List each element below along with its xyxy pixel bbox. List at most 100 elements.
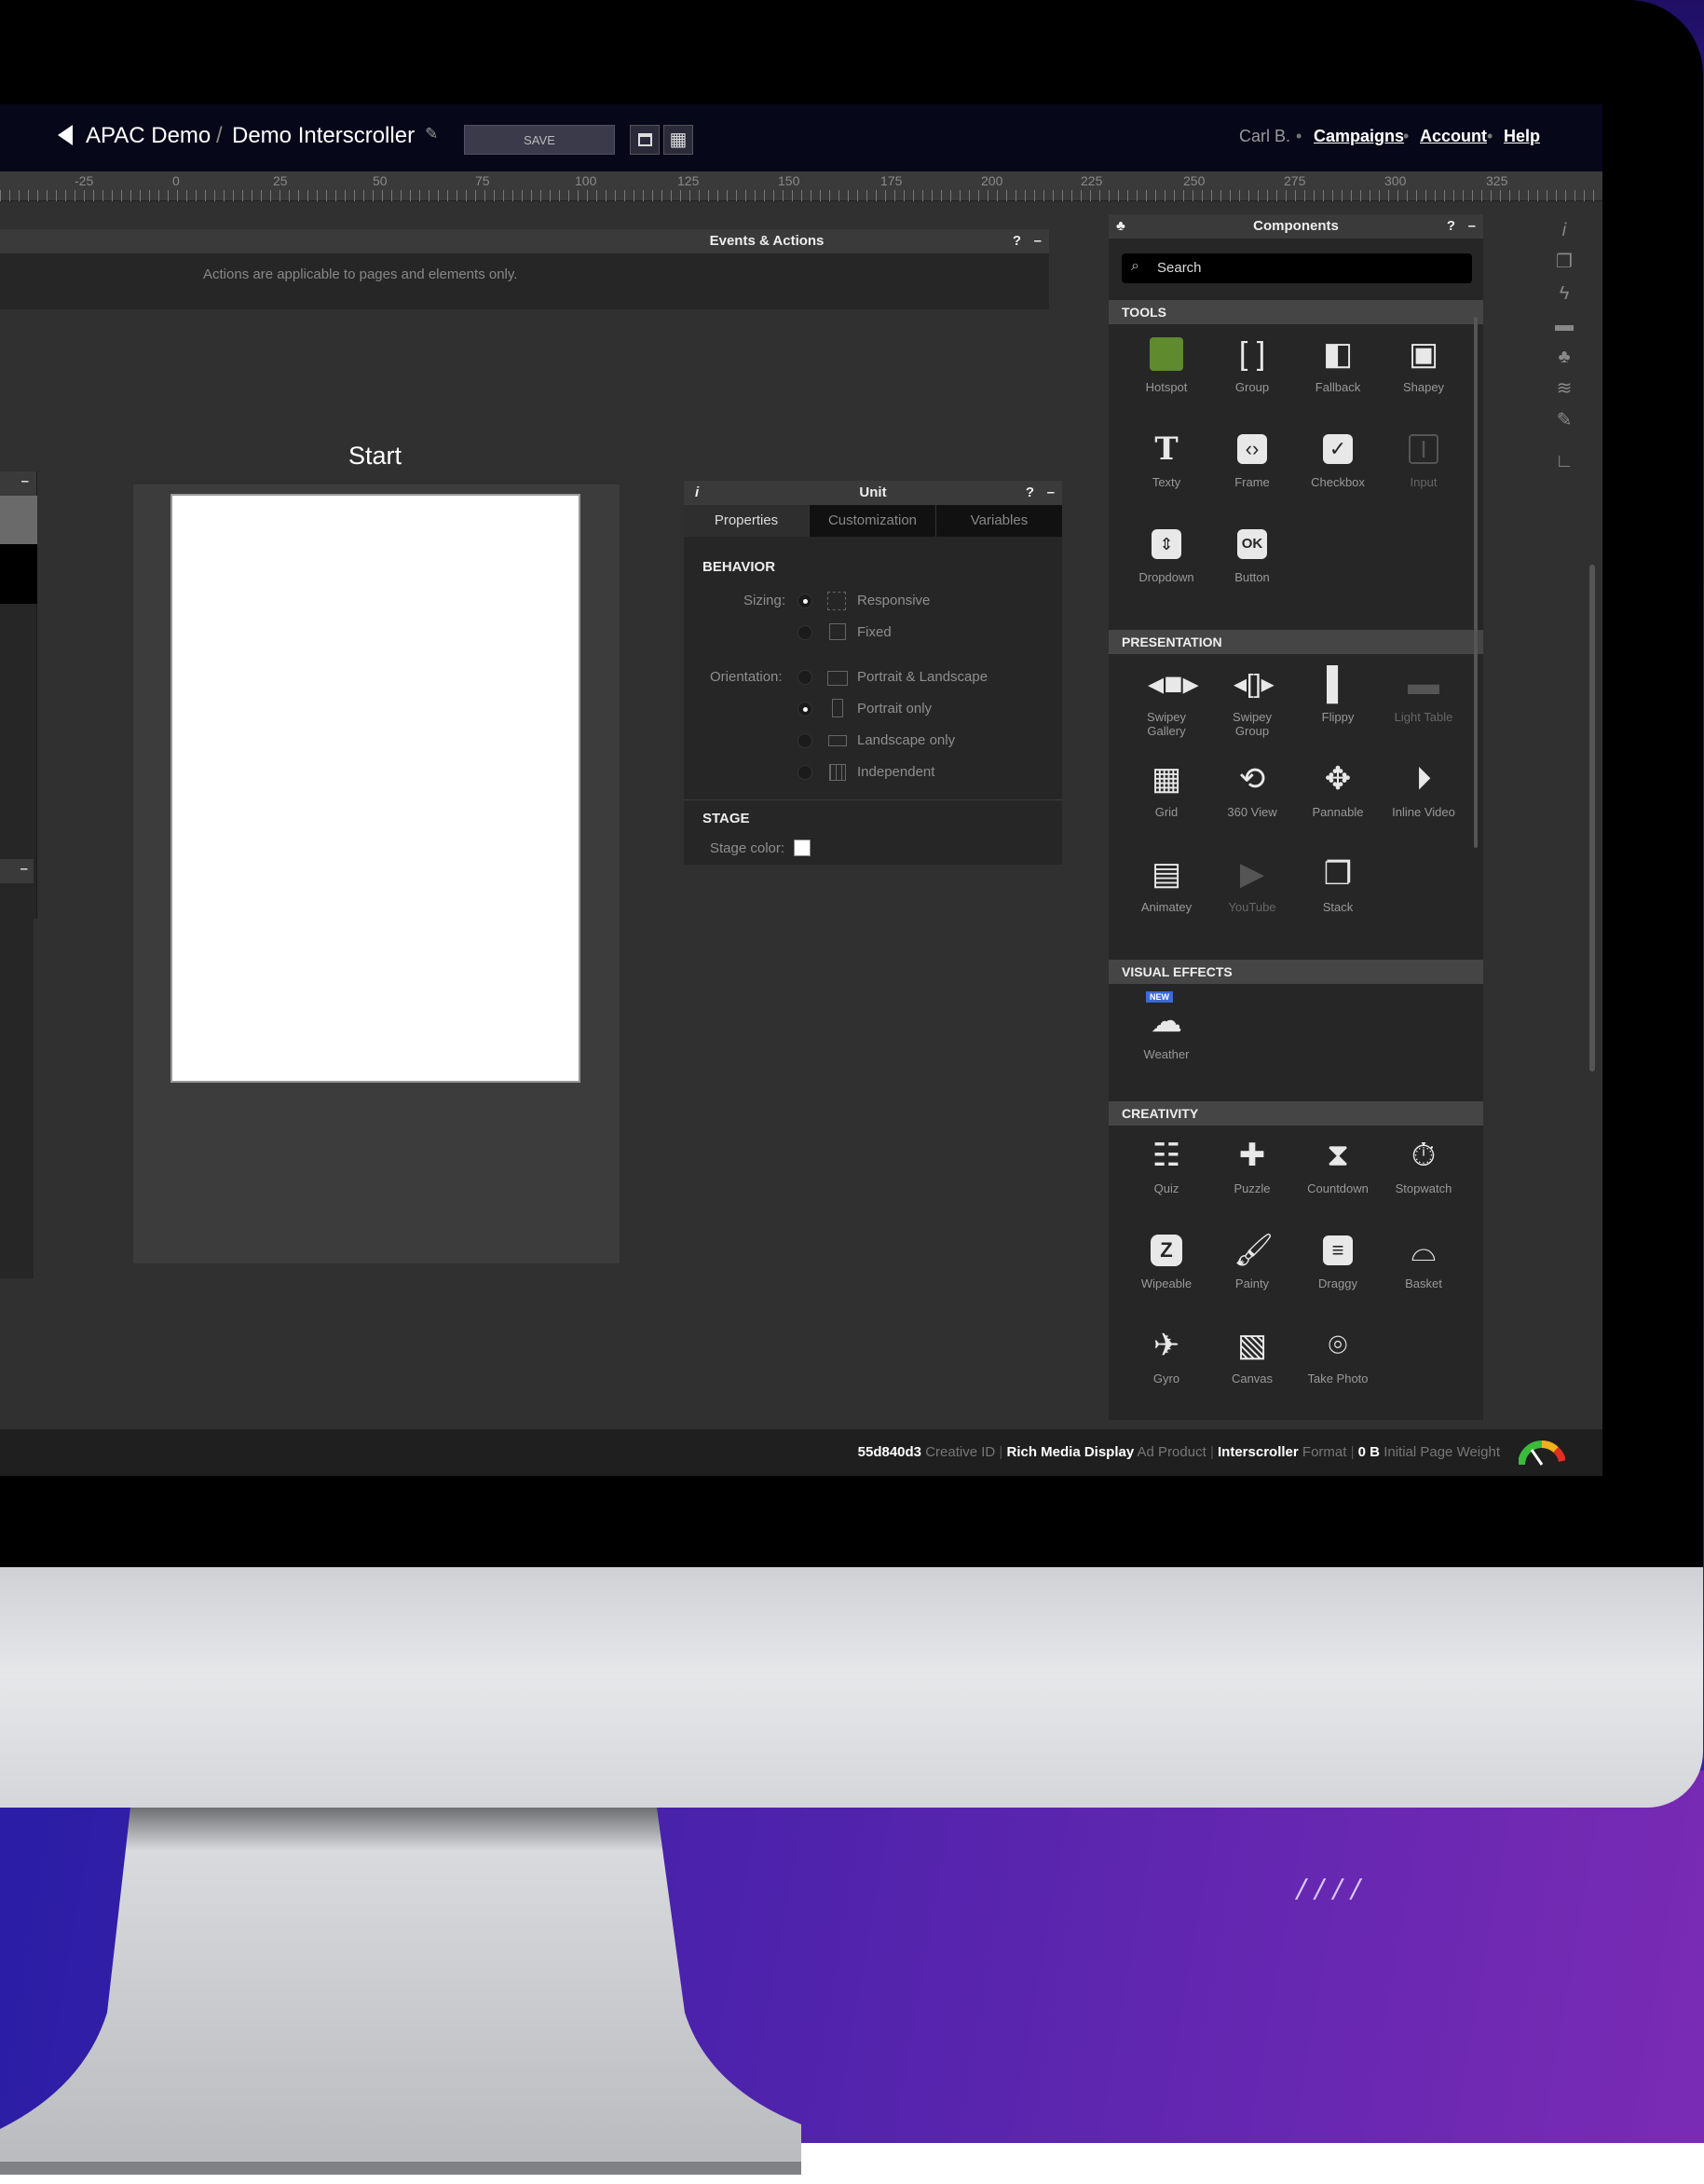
section-creativity[interactable]: CREATIVITY: [1109, 1101, 1483, 1126]
canvas-scrollbar[interactable]: [1589, 565, 1595, 1072]
tab-properties[interactable]: Properties: [684, 505, 809, 537]
component-swipey-gallery[interactable]: ◂■▸ Swipey Gallery: [1124, 665, 1209, 738]
lightning-icon[interactable]: ϟ: [1550, 278, 1578, 309]
info-icon[interactable]: i: [695, 481, 699, 505]
stage-color-swatch[interactable]: [794, 839, 811, 856]
ruler-tick: 275: [1284, 173, 1306, 188]
component-360-view[interactable]: ⟲ 360 View: [1209, 760, 1295, 819]
component-countdown[interactable]: ⧗ Countdown: [1295, 1137, 1381, 1195]
section-presentation[interactable]: PRESENTATION: [1109, 630, 1483, 654]
save-button[interactable]: SAVE: [464, 125, 615, 155]
component-input[interactable]: I Input: [1381, 430, 1466, 489]
canvas-icon: ▧: [1236, 1328, 1268, 1363]
components-icon[interactable]: ♣: [1550, 341, 1578, 373]
ruler-icon[interactable]: ∟: [1550, 445, 1578, 477]
orientation-portrait-label[interactable]: Portrait only: [857, 701, 932, 717]
layers-icon[interactable]: ≋: [1550, 373, 1578, 404]
component-fallback[interactable]: ◧ Fallback: [1295, 335, 1381, 394]
component-inline-video[interactable]: ⏵ Inline Video: [1381, 760, 1466, 819]
qr-code-icon[interactable]: ▦: [663, 125, 693, 155]
minimize-button[interactable]: –: [1047, 481, 1055, 505]
breadcrumb-creative[interactable]: Demo Interscroller: [232, 123, 415, 149]
component-dropdown[interactable]: ⇕ Dropdown: [1124, 526, 1209, 584]
left-panel-row[interactable]: [0, 496, 37, 544]
component-draggy[interactable]: ≡ Draggy: [1295, 1232, 1381, 1290]
sizing-fixed-label[interactable]: Fixed: [857, 624, 892, 640]
page-weight: 0 B: [1357, 1444, 1381, 1460]
component-hotspot[interactable]: Hotspot: [1124, 335, 1209, 394]
component-checkbox[interactable]: ✓ Checkbox: [1295, 430, 1381, 489]
component-texty[interactable]: T Texty: [1124, 430, 1209, 489]
orientation-landscape-label[interactable]: Landscape only: [857, 732, 955, 748]
search-field[interactable]: ⌕ Search: [1122, 253, 1472, 283]
youtube-icon: ▶: [1239, 856, 1265, 892]
nav-help[interactable]: Help: [1504, 127, 1540, 146]
grid-icon: ▦: [1151, 761, 1182, 797]
component-quiz[interactable]: ☷ Quiz: [1124, 1137, 1209, 1195]
help-button[interactable]: ?: [1013, 229, 1021, 253]
component-label: Swipey Group: [1233, 710, 1272, 738]
component-light-table[interactable]: ▬ Light Table: [1381, 665, 1466, 724]
left-panel-bottom: –: [0, 859, 34, 1278]
component-animatey[interactable]: ▤ Animatey: [1124, 855, 1209, 914]
component-label: Frame: [1234, 475, 1270, 489]
orientation-portrait-landscape-label[interactable]: Portrait & Landscape: [857, 669, 988, 685]
pin-icon[interactable]: ✎: [1550, 404, 1578, 436]
nav-account[interactable]: Account: [1420, 127, 1487, 146]
breadcrumb-project[interactable]: APAC Demo: [86, 123, 211, 149]
component-swipey-group[interactable]: ◂[]▸ Swipey Group: [1209, 665, 1295, 738]
component-stopwatch[interactable]: ⏱ Stopwatch: [1381, 1137, 1466, 1195]
component-button[interactable]: OK Button: [1209, 526, 1295, 584]
orientation-independent-label[interactable]: Independent: [857, 764, 934, 780]
edit-pencil-icon[interactable]: ✎: [425, 125, 438, 143]
left-panel-top: –: [0, 471, 37, 919]
sizing-responsive-radio[interactable]: [797, 594, 812, 608]
component-youtube[interactable]: ▶ YouTube: [1209, 855, 1295, 914]
help-button[interactable]: ?: [1026, 481, 1034, 505]
info-icon[interactable]: 𝑖: [1550, 214, 1578, 246]
component-stack[interactable]: ❐ Stack: [1295, 855, 1381, 914]
tab-variables[interactable]: Variables: [935, 505, 1062, 537]
component-label: Fallback: [1315, 380, 1361, 394]
component-shapey[interactable]: ▣ Shapey: [1381, 335, 1466, 394]
help-button[interactable]: ?: [1447, 214, 1455, 239]
horizontal-ruler: -25 0 25 50 75 100 125 150 175 200 225 2…: [0, 171, 1602, 201]
component-pannable[interactable]: ✥ Pannable: [1295, 760, 1381, 819]
component-weather[interactable]: NEW ☁ Weather: [1124, 991, 1209, 1061]
sizing-responsive-label[interactable]: Responsive: [857, 593, 930, 608]
component-grid[interactable]: ▦ Grid: [1124, 760, 1209, 819]
section-visual-effects[interactable]: VISUAL EFFECTS: [1109, 960, 1483, 984]
component-puzzle[interactable]: ✚ Puzzle: [1209, 1137, 1295, 1195]
component-painty[interactable]: 🖌 Painty: [1209, 1232, 1295, 1290]
tab-customization[interactable]: Customization: [809, 505, 935, 537]
back-arrow-icon[interactable]: [58, 125, 73, 145]
sizing-fixed-radio[interactable]: [797, 625, 812, 640]
orientation-portrait-radio[interactable]: [797, 702, 812, 717]
components-scrollbar[interactable]: [1474, 317, 1478, 848]
component-gyro[interactable]: ✈ Gyro: [1124, 1327, 1209, 1385]
preview-window-icon[interactable]: [630, 125, 660, 155]
component-frame[interactable]: ‹› Frame: [1209, 430, 1295, 489]
component-flippy[interactable]: ▌ Flippy: [1295, 665, 1381, 724]
orientation-portrait-landscape-radio[interactable]: [797, 670, 812, 685]
ruler-tick: 325: [1486, 173, 1508, 188]
component-wipeable[interactable]: Z Wipeable: [1124, 1232, 1209, 1290]
minimize-icon[interactable]: –: [20, 861, 28, 877]
minimize-button[interactable]: –: [1468, 214, 1476, 239]
component-take-photo[interactable]: ⌾ Take Photo: [1295, 1327, 1381, 1385]
component-label: Basket: [1405, 1276, 1442, 1290]
component-basket[interactable]: ⌓ Basket: [1381, 1232, 1466, 1290]
left-panel-row[interactable]: [0, 544, 37, 604]
portrait-landscape-icon: [827, 671, 848, 686]
stage-canvas[interactable]: [170, 494, 580, 1083]
component-group[interactable]: [ ] Group: [1209, 335, 1295, 394]
orientation-landscape-radio[interactable]: [797, 733, 812, 748]
nav-campaigns[interactable]: Campaigns: [1314, 127, 1404, 146]
copy-icon[interactable]: ❐: [1550, 246, 1578, 278]
orientation-independent-radio[interactable]: [797, 765, 812, 780]
section-tools[interactable]: TOOLS: [1109, 300, 1483, 324]
component-canvas[interactable]: ▧ Canvas: [1209, 1327, 1295, 1385]
minimize-icon[interactable]: –: [21, 473, 29, 489]
minimize-button[interactable]: –: [1034, 229, 1042, 253]
folder-icon[interactable]: ▬: [1550, 309, 1578, 341]
